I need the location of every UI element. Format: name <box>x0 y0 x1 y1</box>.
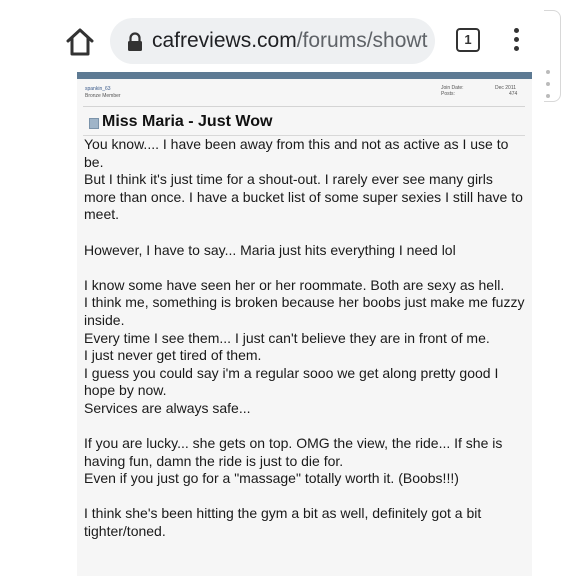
posts-label: Posts: <box>441 91 455 97</box>
url-path: /forums/showtl <box>296 29 428 52</box>
post-paragraph: Services are always safe... <box>84 399 251 416</box>
post-paragraph: However, I have to say... Maria just hit… <box>84 241 456 258</box>
lock-icon <box>128 32 142 51</box>
kebab-menu-icon[interactable] <box>510 28 522 54</box>
author-name[interactable]: spankin_63 <box>85 86 111 92</box>
divider <box>83 106 525 107</box>
post-author-meta: spankin_63 Bronze Member Join Date: Post… <box>85 84 525 106</box>
browser-toolbar: cafreviews.com/forums/showtl 1 <box>0 0 576 80</box>
adjacent-window-edge <box>544 0 576 576</box>
home-icon <box>66 28 94 56</box>
post-paragraph: But I think it's just time for a shout-o… <box>84 171 523 223</box>
post-paragraph: Every time I see them... I just can't be… <box>84 329 490 346</box>
url-domain: cafreviews.com <box>152 29 297 52</box>
edge-dot <box>546 82 550 86</box>
post-icon <box>89 118 99 129</box>
tab-switcher-button[interactable]: 1 <box>456 28 480 52</box>
url-text: cafreviews.com/forums/showtl <box>152 29 428 53</box>
post-paragraph: I just never get tired of them. <box>84 347 262 364</box>
home-button[interactable] <box>62 26 98 58</box>
forum-header-bar <box>77 72 532 79</box>
post-body: You know.... I have been away from this … <box>84 136 528 541</box>
posts-count: 474 <box>509 91 518 97</box>
post-paragraph: I think me, something is broken because … <box>84 294 525 328</box>
post-paragraph: I guess you could say i'm a regular sooo… <box>84 364 499 399</box>
window-edge-frame <box>544 10 561 102</box>
address-bar[interactable]: cafreviews.com/forums/showtl <box>110 18 435 64</box>
author-rank: Bronze Member <box>85 93 121 99</box>
post-paragraph: I know some have seen her or her roommat… <box>84 276 505 293</box>
edge-dot <box>546 70 550 74</box>
post-paragraph: If you are lucky... she gets on top. OMG… <box>84 435 503 469</box>
post-paragraph: You know.... I have been away from this … <box>84 136 509 170</box>
post-title: Miss Maria - Just Wow <box>102 113 273 130</box>
status-bar-icons <box>318 0 398 5</box>
post-paragraph: Even if you just go for a "massage" tota… <box>84 470 459 487</box>
forum-page: spankin_63 Bronze Member Join Date: Post… <box>77 72 532 576</box>
edge-dot <box>546 94 550 98</box>
post-paragraph: I think she's been hitting the gym a bit… <box>84 505 482 540</box>
